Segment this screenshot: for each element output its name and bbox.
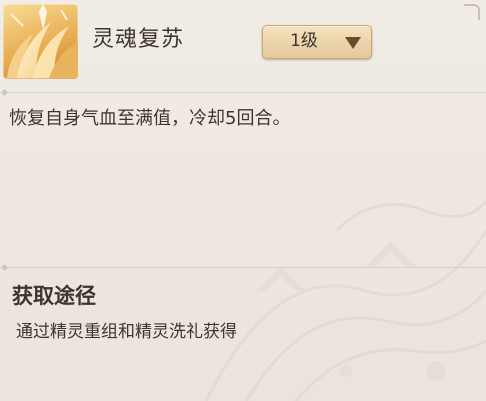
skill-name: 灵魂复苏	[92, 27, 185, 52]
background-ornament	[204, 200, 486, 401]
triangle-down-icon	[345, 37, 361, 49]
acquire-method-text: 通过精灵重组和精灵洗礼获得	[16, 322, 237, 342]
divider	[0, 263, 486, 272]
corner-ornament	[464, 4, 480, 20]
level-dropdown[interactable]: 1级	[262, 25, 372, 59]
level-dropdown-value: 1级	[290, 31, 318, 51]
acquire-section-title: 获取途径	[12, 284, 96, 308]
divider-ornament	[0, 263, 9, 272]
divider	[0, 88, 486, 97]
skill-description: 恢复自身气血至满值，冷却5回合。	[9, 108, 291, 129]
skill-detail-panel: 灵魂复苏 1级 恢复自身气血至满值，冷却5回合。 获取途径 通过精灵重组和精灵洗…	[0, 0, 486, 401]
divider-ornament	[0, 88, 9, 97]
wing-feather-icon	[3, 4, 78, 79]
